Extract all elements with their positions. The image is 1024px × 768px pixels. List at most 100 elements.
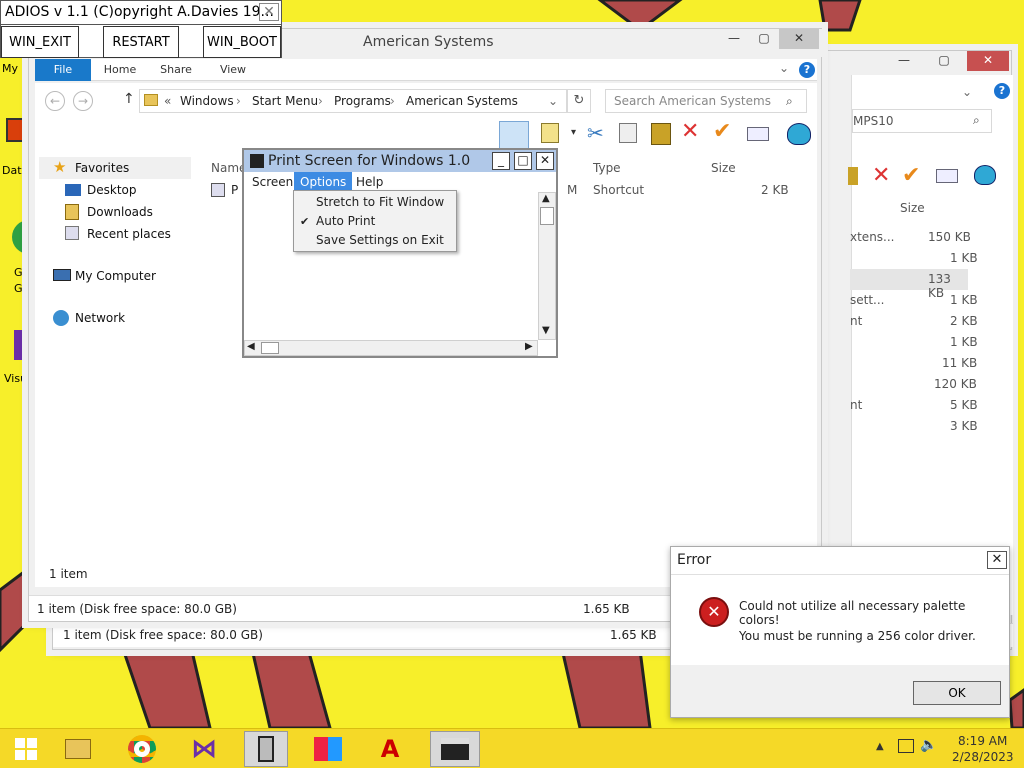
copy-icon[interactable]: [619, 123, 637, 143]
breadcrumb-item[interactable]: Start Menu: [252, 90, 318, 112]
minimize-button[interactable]: —: [889, 51, 919, 71]
data-folder-icon[interactable]: [6, 118, 26, 142]
close-button[interactable]: ✕: [967, 51, 1009, 71]
nav-favorites[interactable]: ★ Favorites: [39, 157, 191, 179]
chevron-down-icon[interactable]: ⌄: [548, 90, 558, 112]
close-button[interactable]: ✕: [987, 551, 1007, 569]
taskbar-app[interactable]: [306, 731, 350, 767]
nav-recent-places[interactable]: Recent places: [39, 223, 191, 245]
ok-button[interactable]: OK: [913, 681, 1001, 705]
table-row[interactable]: 120 KB: [850, 374, 1012, 395]
taskbar-adios[interactable]: [244, 731, 288, 767]
chevron-down-icon[interactable]: ▾: [571, 127, 576, 138]
nav-desktop[interactable]: Desktop: [39, 179, 191, 201]
table-row[interactable]: xtens... 150 KB: [850, 227, 1012, 248]
tab-view[interactable]: View: [211, 59, 255, 81]
chevron-down-icon[interactable]: ⌄: [962, 85, 972, 99]
clock-time[interactable]: 8:19 AM: [958, 734, 1007, 748]
error-title-bar[interactable]: Error ✕: [671, 547, 1009, 575]
help-icon[interactable]: ?: [994, 83, 1010, 99]
paste-icon[interactable]: [651, 123, 671, 145]
horizontal-scrollbar[interactable]: ◀ ▶: [244, 340, 538, 356]
properties-icon[interactable]: [936, 169, 958, 183]
nav-my-computer[interactable]: My Computer: [39, 265, 191, 287]
start-button[interactable]: [4, 731, 48, 767]
maximize-button[interactable]: ▢: [749, 29, 779, 49]
chevron-up-icon[interactable]: ▲: [876, 741, 884, 752]
taskbar-explorer[interactable]: [56, 731, 100, 767]
desktop-icon-label[interactable]: G: [14, 282, 23, 295]
win-exit-button[interactable]: WIN_EXIT: [1, 26, 79, 58]
column-header-size[interactable]: Size: [711, 161, 736, 175]
network-tray-icon[interactable]: [898, 739, 914, 753]
table-row[interactable]: nt 2 KB: [850, 311, 1012, 332]
close-button[interactable]: ✕: [259, 3, 279, 21]
printscreen-window[interactable]: Print Screen for Windows 1.0 _ □ ✕ Scree…: [242, 148, 558, 358]
scroll-thumb[interactable]: [261, 342, 279, 354]
taskbar-visual-studio[interactable]: ⋈: [182, 731, 226, 767]
breadcrumb-item[interactable]: American Systems: [406, 90, 518, 112]
address-bar[interactable]: « Windows › Start Menu › Programs › Amer…: [139, 89, 567, 113]
tab-home[interactable]: Home: [97, 59, 143, 81]
column-header-type[interactable]: Type: [593, 161, 621, 175]
size-column-header[interactable]: Size: [900, 201, 925, 215]
search-icon[interactable]: ⌕: [973, 113, 980, 128]
breadcrumb-item[interactable]: Windows: [180, 90, 234, 112]
table-row[interactable]: nt 5 KB: [850, 395, 1012, 416]
table-row[interactable]: 3 KB: [850, 416, 1012, 437]
table-row-selected[interactable]: 133 KB: [850, 269, 968, 300]
menu-item-stretch[interactable]: Stretch to Fit Window: [294, 193, 456, 212]
table-row[interactable]: 1 KB: [850, 332, 1012, 353]
back-search-box[interactable]: MPS10 ⌕: [852, 109, 992, 133]
vertical-scrollbar[interactable]: ▲ ▼: [538, 192, 556, 340]
delete-icon[interactable]: ✕: [681, 119, 699, 144]
help-icon[interactable]: ?: [799, 62, 815, 78]
breadcrumb-overflow[interactable]: «: [164, 90, 171, 112]
search-box[interactable]: Search American Systems ⌕: [605, 89, 807, 113]
clock-date[interactable]: 2/28/2023: [952, 750, 1014, 764]
refresh-icon[interactable]: ↻: [567, 89, 591, 113]
menu-item-auto-print[interactable]: ✔ Auto Print: [294, 212, 456, 231]
chevron-down-icon[interactable]: ⌄: [779, 61, 789, 75]
table-row[interactable]: 1 KB: [850, 248, 1012, 269]
checkmark-icon[interactable]: ✔: [713, 119, 731, 144]
taskbar-printscreen[interactable]: [430, 731, 480, 767]
checkmark-icon[interactable]: ✔: [902, 163, 920, 188]
tab-share[interactable]: Share: [153, 59, 199, 81]
scroll-right-icon[interactable]: ▶: [525, 341, 533, 352]
desktop-icon-label[interactable]: G: [14, 266, 23, 279]
desktop-icon-label[interactable]: Data: [2, 164, 28, 177]
printscreen-title-bar[interactable]: Print Screen for Windows 1.0 _ □ ✕: [244, 150, 556, 172]
maximize-button[interactable]: ▢: [929, 51, 959, 71]
menu-item-save-settings[interactable]: Save Settings on Exit: [294, 231, 456, 250]
error-dialog[interactable]: Error ✕ ✕ Could not utilize all necessar…: [670, 546, 1010, 718]
shell-icon[interactable]: [787, 123, 811, 145]
table-row[interactable]: sett... 1 KB: [850, 290, 1012, 311]
search-icon[interactable]: ⌕: [786, 90, 793, 112]
win-boot-button[interactable]: WIN_BOOT: [203, 26, 281, 58]
properties-icon[interactable]: [747, 127, 769, 141]
desktop-icon-label[interactable]: Visu: [4, 372, 27, 385]
desktop-icon-label[interactable]: My C: [2, 62, 29, 75]
restart-button[interactable]: RESTART: [103, 26, 179, 58]
back-arrow-icon[interactable]: ←: [45, 91, 65, 111]
adios-window[interactable]: ADIOS v 1.1 (C)opyright A.Davies 19... ✕…: [0, 0, 282, 58]
taskbar-acrobat[interactable]: A: [368, 731, 412, 767]
nav-network[interactable]: Network: [39, 307, 191, 329]
shell-icon[interactable]: [974, 165, 996, 185]
maximize-button[interactable]: □: [514, 152, 532, 170]
close-button[interactable]: ✕: [779, 29, 819, 49]
scroll-up-icon[interactable]: ▲: [542, 193, 550, 204]
volume-icon[interactable]: 🔈: [920, 737, 937, 753]
menu-help[interactable]: Help: [350, 172, 389, 192]
rename-icon[interactable]: [541, 123, 559, 143]
close-button[interactable]: ✕: [536, 152, 554, 170]
delete-icon[interactable]: ✕: [872, 163, 890, 188]
menu-options[interactable]: Options: [294, 172, 353, 192]
scroll-down-icon[interactable]: ▼: [542, 325, 550, 336]
layout-icon[interactable]: [499, 121, 529, 149]
tab-file[interactable]: File: [35, 59, 91, 81]
breadcrumb-item[interactable]: Programs: [334, 90, 391, 112]
minimize-button[interactable]: _: [492, 152, 510, 170]
clipboard-icon[interactable]: [848, 167, 858, 185]
